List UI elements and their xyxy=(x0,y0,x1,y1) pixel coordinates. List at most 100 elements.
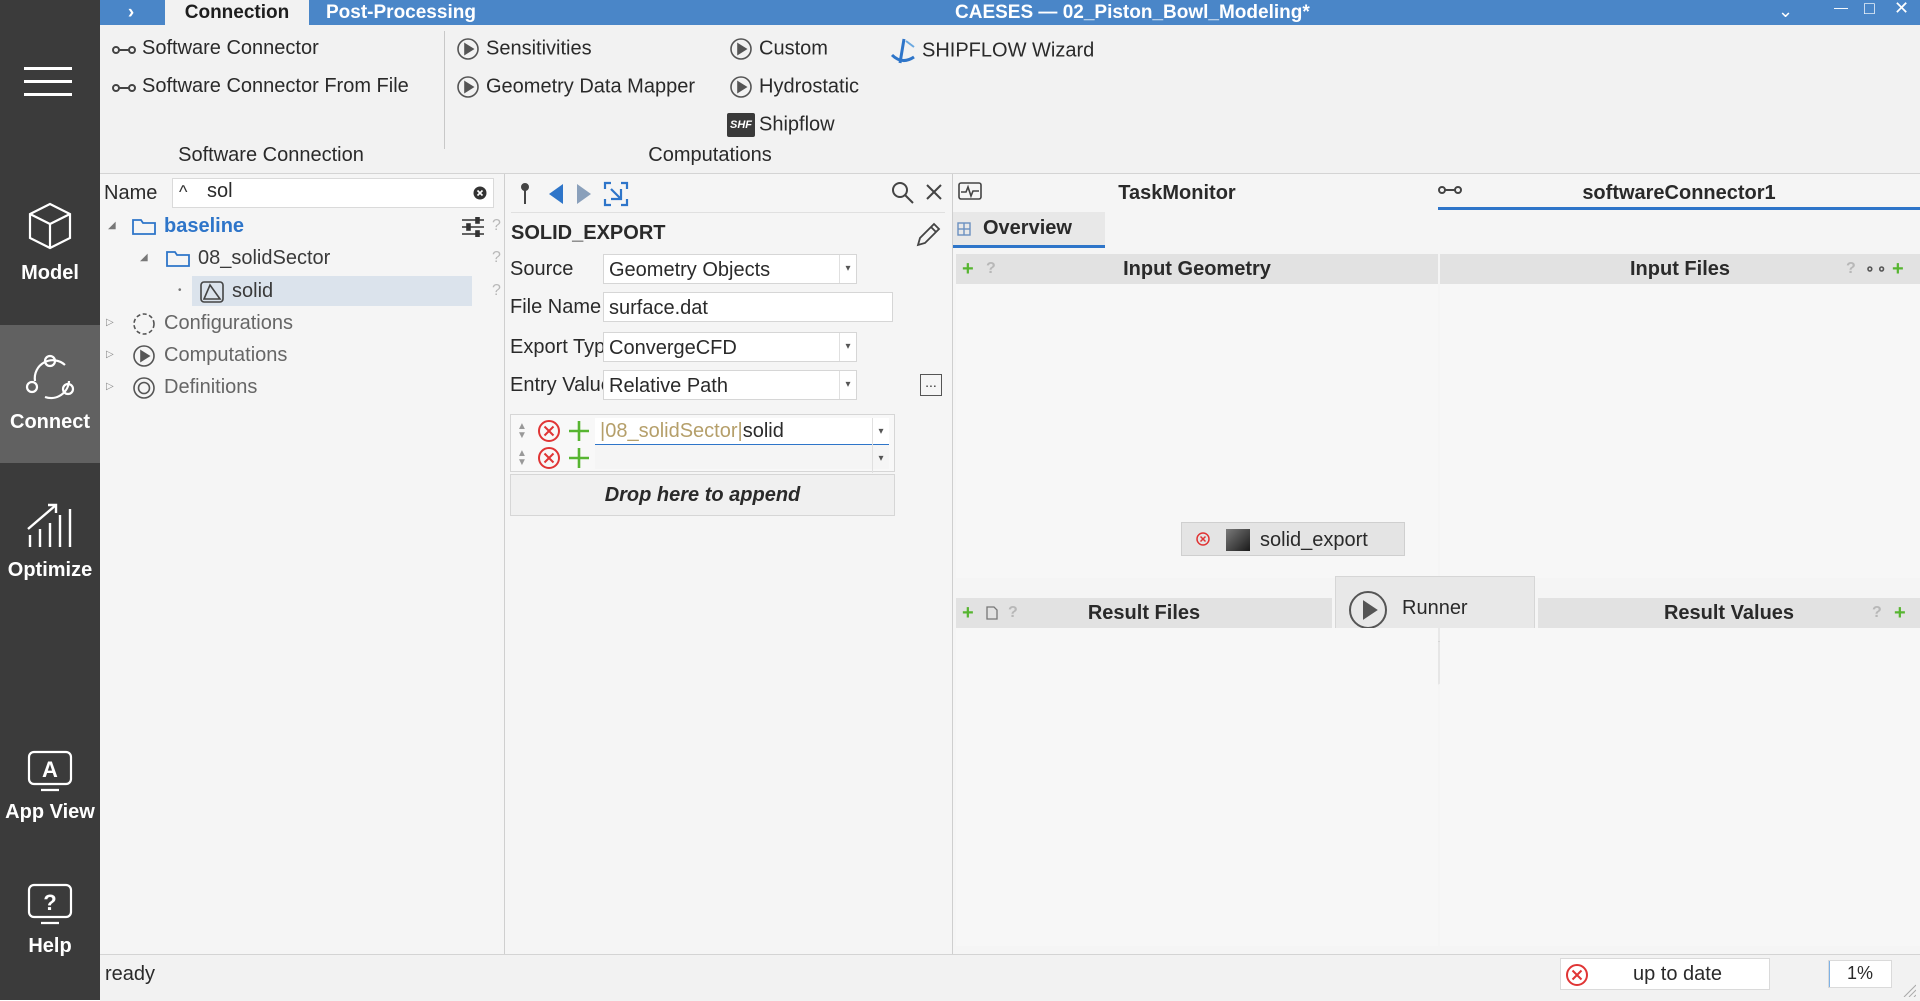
entry-value-dropdown[interactable]: Relative Path ▾ xyxy=(603,370,857,400)
tree-item-definitions[interactable]: ▷ Definitions xyxy=(104,373,494,401)
forward-arrow-icon[interactable] xyxy=(575,183,593,205)
tree-filter-input[interactable]: sol xyxy=(207,180,233,203)
sort-chevron-icon[interactable]: ^ xyxy=(179,182,187,203)
drop-append-zone[interactable]: Drop here to append xyxy=(510,474,895,516)
minimize-button[interactable]: — xyxy=(1834,0,1848,25)
nav-optimize[interactable]: Optimize xyxy=(0,495,100,595)
entry-row[interactable]: ▲ ▼ ▾ xyxy=(513,445,891,473)
edit-pencil-icon[interactable] xyxy=(915,222,941,248)
add-input-file-icon[interactable]: + xyxy=(1892,254,1904,284)
tree-name-header[interactable]: Name xyxy=(104,182,157,205)
tab-post-processing[interactable]: Post-Processing xyxy=(326,0,476,25)
add-result-file-icon[interactable]: + xyxy=(962,598,974,628)
resize-grip-icon[interactable] xyxy=(1902,983,1916,997)
export-type-value: ConvergeCFD xyxy=(609,337,737,359)
nav-label: Help xyxy=(28,935,72,957)
cube-icon xyxy=(28,202,72,250)
link-icon[interactable]: ⚬⚬ xyxy=(1864,254,1887,284)
tab-connection[interactable]: Connection xyxy=(165,0,309,25)
ribbon-divider xyxy=(444,31,445,149)
shipflow-button[interactable]: SHF Shipflow xyxy=(727,113,835,137)
add-input-geometry-icon[interactable]: + xyxy=(962,254,974,284)
maximize-button[interactable]: □ xyxy=(1864,0,1875,25)
help-mark[interactable]: ? xyxy=(492,212,501,240)
remove-entry-icon[interactable] xyxy=(537,446,561,470)
input-files-area[interactable] xyxy=(1440,284,1920,578)
hydrostatic-button[interactable]: Hydrostatic xyxy=(729,75,859,99)
export-type-dropdown[interactable]: ConvergeCFD ▾ xyxy=(603,332,857,362)
geometry-data-mapper-button[interactable]: Geometry Data Mapper xyxy=(456,75,695,99)
source-dropdown[interactable]: Geometry Objects ▾ xyxy=(603,254,857,284)
nav-connect[interactable]: Connect xyxy=(0,325,100,463)
chevron-down-icon[interactable]: ▾ xyxy=(839,333,856,361)
nav-app-view[interactable]: A App View xyxy=(0,745,100,845)
search-icon[interactable] xyxy=(891,181,915,205)
progress-box: 1% xyxy=(1828,960,1892,988)
file-name-input[interactable]: surface.dat xyxy=(603,292,893,322)
subtab-overview[interactable]: Overview xyxy=(953,212,1105,248)
play-circle-icon xyxy=(132,344,156,368)
software-connector-button[interactable]: Software Connector xyxy=(112,37,319,60)
entry-row[interactable]: ▲ ▼ |08_solidSector|solid ▾ xyxy=(513,418,891,446)
help-mark[interactable]: ? xyxy=(1846,254,1856,284)
chevron-down-icon[interactable]: ▾ xyxy=(839,255,856,283)
clear-filter-icon[interactable] xyxy=(473,186,487,200)
shipflow-wizard-button[interactable]: SHIPFLOW Wizard xyxy=(890,37,1094,65)
tab-taskmonitor[interactable]: TaskMonitor xyxy=(953,182,1401,205)
chevron-down-icon[interactable]: ▾ xyxy=(872,418,889,446)
reorder-handle-icon[interactable]: ▲ ▼ xyxy=(517,449,527,468)
tree-item-label: Computations xyxy=(164,344,288,366)
help-mark[interactable]: ? xyxy=(986,254,996,284)
more-options-button[interactable]: ... xyxy=(920,374,942,396)
help-mark[interactable]: ? xyxy=(492,244,501,272)
add-result-value-icon[interactable]: + xyxy=(1894,598,1906,628)
tab-softwareconnector1[interactable]: softwareConnector1 xyxy=(1438,174,1920,210)
add-entry-icon[interactable] xyxy=(567,446,591,470)
hamburger-menu-icon[interactable] xyxy=(24,64,72,98)
remove-entry-icon[interactable] xyxy=(537,419,561,443)
help-mark[interactable]: ? xyxy=(1008,598,1018,628)
back-arrow-icon[interactable] xyxy=(547,183,565,205)
tree-item-solid[interactable]: • solid ? xyxy=(104,277,501,305)
entry-input[interactable]: |08_solidSector|solid ▾ xyxy=(595,418,889,446)
tree-item-configurations[interactable]: ▷ Configurations xyxy=(104,309,494,337)
chevron-down-icon[interactable]: ▾ xyxy=(872,445,889,473)
nav-model[interactable]: Model xyxy=(0,190,100,300)
remove-chip-icon[interactable] xyxy=(1196,532,1210,546)
tree-item-baseline[interactable]: ◢ baseline ? xyxy=(104,212,501,240)
close-window-button[interactable]: ✕ xyxy=(1894,0,1909,25)
chevron-down-icon[interactable]: ▾ xyxy=(839,371,856,399)
collapsed-triangle-icon[interactable]: ▷ xyxy=(106,373,114,401)
add-entry-icon[interactable] xyxy=(567,419,591,443)
play-circle-icon xyxy=(456,75,480,99)
close-icon[interactable] xyxy=(925,183,943,201)
tree-item-computations[interactable]: ▷ Computations xyxy=(104,341,494,369)
expanded-triangle-icon[interactable]: ◢ xyxy=(108,212,116,240)
window-menu-dropdown[interactable]: ⌄ xyxy=(1778,0,1793,25)
ribbon-collapse-arrow[interactable]: › xyxy=(100,0,162,25)
solid-export-chip[interactable]: solid_export xyxy=(1181,522,1405,556)
software-connector-from-file-button[interactable]: Software Connector From File xyxy=(112,75,409,98)
reorder-handle-icon[interactable]: ▲ ▼ xyxy=(517,422,527,441)
collapsed-triangle-icon[interactable]: ▷ xyxy=(106,341,114,369)
tree-item-08-solidsector[interactable]: ◢ 08_solidSector ? xyxy=(104,244,501,272)
help-mark[interactable]: ? xyxy=(1872,598,1882,628)
tree-filter-box: ^ sol xyxy=(172,178,494,208)
sensitivities-button[interactable]: Sensitivities xyxy=(456,37,592,61)
file-icon[interactable] xyxy=(986,606,998,620)
nav-help[interactable]: ? Help xyxy=(0,878,100,978)
expanded-triangle-icon[interactable]: ◢ xyxy=(140,244,148,272)
field-label-source: Source xyxy=(510,258,574,280)
result-files-area[interactable] xyxy=(956,628,1438,946)
collapsed-triangle-icon[interactable]: ▷ xyxy=(106,309,114,337)
pin-icon[interactable] xyxy=(519,182,531,206)
left-navigation: Model Connect Optimize A App View ? Help xyxy=(0,0,100,1000)
custom-button[interactable]: Custom xyxy=(729,37,828,61)
result-values-area[interactable] xyxy=(1440,628,1920,946)
entry-input[interactable]: ▾ xyxy=(595,445,889,473)
tree-settings-icon[interactable] xyxy=(462,217,484,237)
nav-label: Model xyxy=(21,262,79,284)
help-mark[interactable]: ? xyxy=(492,277,501,305)
locate-icon[interactable] xyxy=(603,181,629,207)
update-state-box[interactable]: up to date xyxy=(1560,958,1770,990)
